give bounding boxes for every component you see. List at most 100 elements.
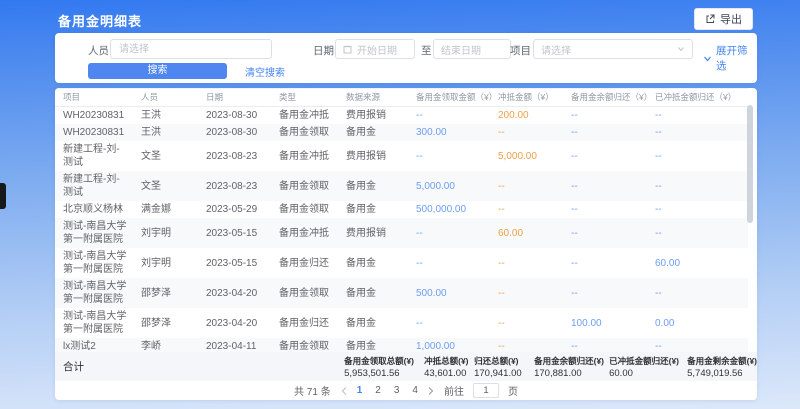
clear-search-link[interactable]: 清空搜索 <box>245 64 285 79</box>
expand-filter-link[interactable]: 展开筛选 <box>703 43 757 73</box>
date-label: 日期 <box>313 43 334 58</box>
cell: -- <box>647 201 748 218</box>
table-row[interactable]: 测试-南昌大学第一附属医院刘宇明2023-05-15备用金冲抵费用报销--60.… <box>55 218 748 248</box>
cell: 60.00 <box>647 248 748 278</box>
table-row[interactable]: 测试-南昌大学第一附属医院刘宇明2023-05-15备用金归还备用金------… <box>55 248 748 278</box>
pager-page-1[interactable]: 1 <box>357 385 363 396</box>
filter-panel: 人员 日期 开始日期 至 结束日期 项目 请选择 展开筛选 搜索 清空搜索 <box>55 33 757 83</box>
cell: 备用金领取 <box>271 124 338 141</box>
summary-item-label: 备用金余额归还(¥) <box>534 355 609 367</box>
column-header: 人员 <box>133 89 198 107</box>
summary-item-label: 归还总额(¥) <box>474 355 534 367</box>
table-scroll-area[interactable]: WH20230831王洪2023-08-30备用金冲抵费用报销--200.00-… <box>55 107 757 354</box>
cell: -- <box>563 248 647 278</box>
cell: -- <box>490 308 563 338</box>
summary-item: 已冲抵金额归还(¥)60.00 <box>609 355 687 379</box>
table-row[interactable]: 新建工程-刘-测试文圣2023-08-23备用金冲抵费用报销--5,000.00… <box>55 141 748 171</box>
column-header: 日期 <box>198 89 271 107</box>
cell: 备用金 <box>338 201 408 218</box>
summary-item-value: 43,601.00 <box>424 368 474 379</box>
cell: -- <box>408 248 490 278</box>
cell: -- <box>563 171 647 201</box>
summary-item: 冲抵总额(¥)43,601.00 <box>424 355 474 379</box>
chevron-down-icon <box>677 45 685 53</box>
cell: -- <box>408 218 490 248</box>
table-row[interactable]: 测试-南昌大学第一附属医院邵梦泽2023-04-20备用金领取备用金500.00… <box>55 278 748 308</box>
pager-page-3[interactable]: 3 <box>394 385 400 396</box>
person-label: 人员 <box>88 43 109 58</box>
cell: 刘宇明 <box>133 218 198 248</box>
summary-item-label: 冲抵总额(¥) <box>424 355 474 367</box>
cell: 费用报销 <box>338 141 408 171</box>
cell: 5,000.00 <box>408 171 490 201</box>
cell: 刘宇明 <box>133 248 198 278</box>
export-button[interactable]: 导出 <box>694 8 753 30</box>
date-end-input[interactable]: 结束日期 <box>433 39 511 59</box>
column-header: 已冲抵金额归还（¥） <box>647 89 748 107</box>
cell: 2023-08-30 <box>198 124 271 141</box>
summary-row: 合计 备用金领取总额(¥)5,953,501.56冲抵总额(¥)43,601.0… <box>55 352 757 381</box>
cell: 备用金领取 <box>271 278 338 308</box>
table-row[interactable]: WH20230831王洪2023-08-30备用金领取备用金300.00----… <box>55 124 748 141</box>
cell: 500.00 <box>408 278 490 308</box>
drawer-handle[interactable] <box>0 183 6 209</box>
cell: -- <box>563 201 647 218</box>
cell: -- <box>563 141 647 171</box>
export-icon <box>705 14 715 24</box>
cell: 邵梦泽 <box>133 278 198 308</box>
summary-item: 归还总额(¥)170,941.00 <box>474 355 534 379</box>
summary-item-label: 备用金领取总额(¥) <box>344 355 424 367</box>
table-row[interactable]: 北京顺义杨林满金娜2023-05-29备用金领取备用金500,000.00---… <box>55 201 748 218</box>
cell: 测试-南昌大学第一附属医院 <box>55 278 133 308</box>
cell: 测试-南昌大学第一附属医院 <box>55 248 133 278</box>
table-row[interactable]: 测试-南昌大学第一附属医院邵梦泽2023-04-20备用金归还备用金----10… <box>55 308 748 338</box>
search-button[interactable]: 搜索 <box>88 63 227 79</box>
person-select-input[interactable] <box>110 39 272 59</box>
pager-page-4[interactable]: 4 <box>412 385 418 396</box>
column-header: 备用金领取金额（¥） <box>408 89 490 107</box>
table-row[interactable]: WH20230831王洪2023-08-30备用金冲抵费用报销--200.00-… <box>55 107 748 124</box>
cell: -- <box>563 278 647 308</box>
chevron-right-icon[interactable] <box>427 386 435 396</box>
cell: 2023-08-30 <box>198 107 271 124</box>
cell: 200.00 <box>490 107 563 124</box>
date-start-input[interactable]: 开始日期 <box>335 39 415 59</box>
cell: 备用金领取 <box>271 171 338 201</box>
summary-item: 备用金剩余金额(¥)5,749,019.56 <box>687 355 757 379</box>
vertical-scrollbar-thumb[interactable] <box>747 105 753 223</box>
cell: -- <box>647 278 748 308</box>
table-header-row: 项目人员日期类型数据来源备用金领取金额（¥）冲抵金额（¥）备用金余额归还（¥）已… <box>55 89 748 107</box>
goto-page-input[interactable] <box>473 383 499 398</box>
table-row[interactable]: 新建工程-刘-测试文圣2023-08-23备用金领取备用金5,000.00---… <box>55 171 748 201</box>
summary-item-value: 170,941.00 <box>474 368 534 379</box>
cell: 60.00 <box>490 218 563 248</box>
cell: 备用金冲抵 <box>271 107 338 124</box>
cell: 2023-05-29 <box>198 201 271 218</box>
table-body: WH20230831王洪2023-08-30备用金冲抵费用报销--200.00-… <box>55 107 748 354</box>
cell: 王洪 <box>133 124 198 141</box>
cell: 测试-南昌大学第一附属医院 <box>55 218 133 248</box>
cell: -- <box>490 248 563 278</box>
cell: 费用报销 <box>338 107 408 124</box>
cell: 2023-05-15 <box>198 218 271 248</box>
cell: 文圣 <box>133 141 198 171</box>
pager-pages: 1 2 3 4 <box>357 385 418 396</box>
cell: 备用金 <box>338 171 408 201</box>
cell: -- <box>563 124 647 141</box>
cell: 备用金 <box>338 248 408 278</box>
chevron-left-icon[interactable] <box>340 386 348 396</box>
cell: 北京顺义杨林 <box>55 201 133 218</box>
cell: -- <box>563 218 647 248</box>
project-label: 项目 <box>510 43 531 58</box>
cell: -- <box>563 107 647 124</box>
cell: 2023-08-23 <box>198 171 271 201</box>
cell: 备用金 <box>338 278 408 308</box>
project-select[interactable]: 请选择 <box>533 39 693 59</box>
column-header: 冲抵金额（¥） <box>490 89 563 107</box>
pager-page-2[interactable]: 2 <box>375 385 381 396</box>
cell: 备用金归还 <box>271 308 338 338</box>
cell: WH20230831 <box>55 124 133 141</box>
cell: 0.00 <box>647 308 748 338</box>
page-title: 备用金明细表 <box>58 11 142 30</box>
cell: 王洪 <box>133 107 198 124</box>
